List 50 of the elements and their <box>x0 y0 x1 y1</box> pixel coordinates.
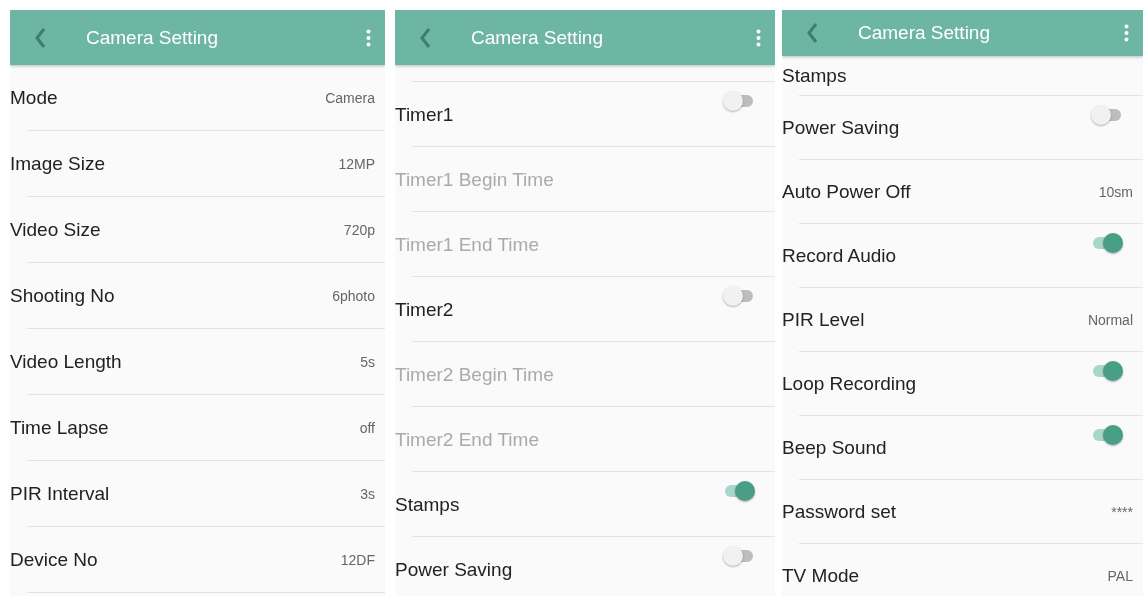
setting-label[interactable]: Record Audio <box>782 245 897 267</box>
setting-label[interactable]: Video Length <box>10 351 122 373</box>
screen-title: Camera Setting <box>86 26 219 49</box>
setting-value: off <box>359 420 375 436</box>
setting-label[interactable]: Password set <box>782 501 897 523</box>
setting-value: PAL <box>1107 568 1133 584</box>
setting-label[interactable]: Power Saving <box>782 117 900 139</box>
setting-value: 10sm <box>1098 184 1133 200</box>
setting-label[interactable]: Stamps <box>395 493 460 516</box>
setting-value: Normal <box>1087 312 1133 328</box>
setting-value: 3s <box>360 486 375 502</box>
screen-title: Camera Setting <box>471 26 604 49</box>
toggle-switch[interactable] <box>723 545 755 567</box>
setting-label[interactable]: Beep Sound <box>782 437 887 459</box>
toggle-switch[interactable] <box>1091 104 1123 126</box>
more-icon[interactable] <box>366 28 371 47</box>
screen-title: Camera Setting <box>858 22 991 44</box>
setting-label[interactable]: Mode <box>10 87 58 109</box>
setting-value: 12MP <box>338 156 375 172</box>
setting-label[interactable]: Stamps <box>782 65 847 87</box>
toggle-switch[interactable] <box>723 285 755 307</box>
setting-value: **** <box>1111 504 1133 520</box>
setting-value: Camera <box>325 90 375 106</box>
setting-label[interactable]: PIR Interval <box>10 483 110 505</box>
setting-label[interactable]: Device No <box>10 549 98 571</box>
setting-label[interactable]: Power Saving <box>395 558 513 581</box>
toggle-switch[interactable] <box>723 480 755 502</box>
setting-label[interactable]: Loop Recording <box>782 373 917 395</box>
setting-label[interactable]: TV Mode <box>782 565 860 587</box>
setting-label[interactable]: Time Lapse <box>10 417 109 439</box>
setting-label[interactable]: Timer2 <box>395 298 454 321</box>
setting-value: 5s <box>360 354 375 370</box>
more-icon[interactable] <box>756 28 761 47</box>
setting-value: 720p <box>343 222 375 238</box>
back-icon[interactable] <box>34 26 46 49</box>
setting-label[interactable]: Image Size <box>10 153 106 175</box>
setting-label[interactable]: Timer1 <box>395 103 454 126</box>
setting-value: 12DF <box>340 552 375 568</box>
back-icon[interactable] <box>419 26 431 49</box>
setting-label[interactable]: Auto Power Off <box>782 181 911 203</box>
toggle-switch[interactable] <box>723 90 755 112</box>
setting-label[interactable]: PIR Level <box>782 309 865 331</box>
toggle-switch[interactable] <box>1091 424 1123 446</box>
back-icon[interactable] <box>806 22 818 44</box>
setting-label[interactable]: Video Size <box>10 219 101 241</box>
setting-label[interactable]: Shooting No <box>10 285 115 307</box>
toggle-switch[interactable] <box>1091 232 1123 254</box>
more-icon[interactable] <box>1124 24 1129 42</box>
setting-value: 6photo <box>332 288 375 304</box>
toggle-switch[interactable] <box>1091 360 1123 382</box>
